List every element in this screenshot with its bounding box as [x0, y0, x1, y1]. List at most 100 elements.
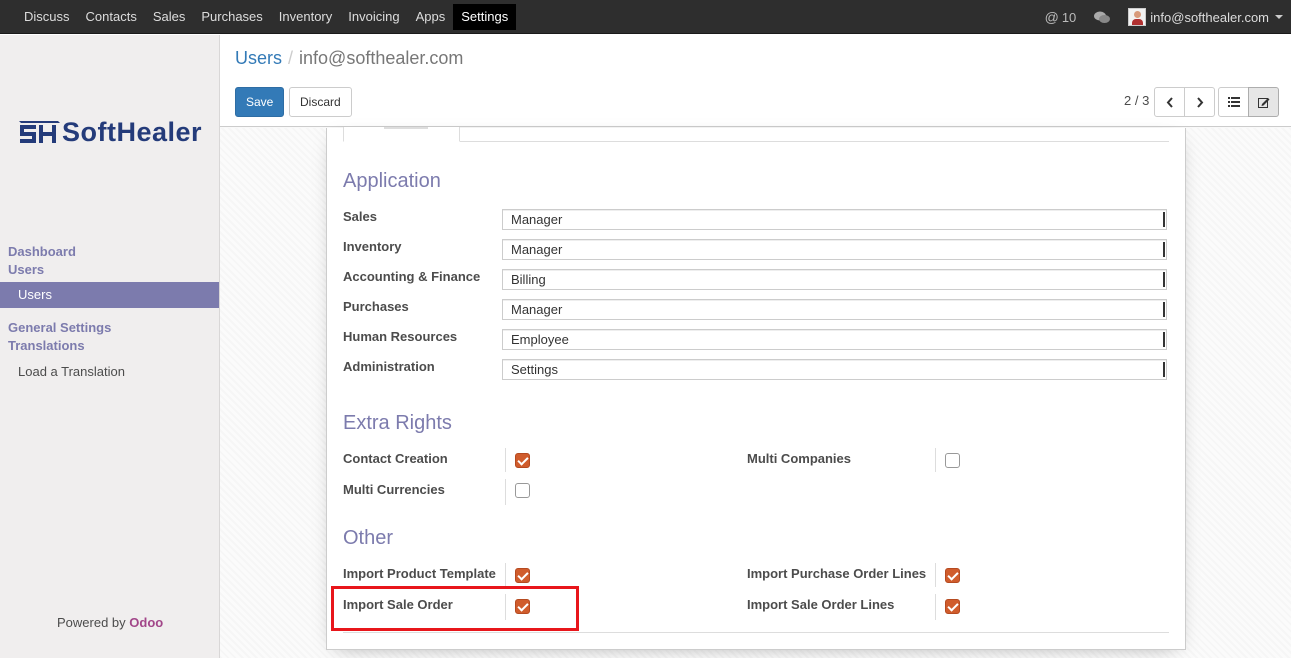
contact-creation-checkbox[interactable] — [515, 453, 530, 468]
list-icon — [1227, 97, 1240, 107]
pager-value: 2 / 3 — [1124, 93, 1150, 108]
multi-companies-checkbox[interactable] — [945, 453, 960, 468]
field-divider — [935, 563, 936, 587]
dropdown-arrow-icon — [1161, 367, 1164, 375]
administration-select[interactable]: Settings — [502, 359, 1167, 380]
pager-next-button[interactable] — [1184, 87, 1215, 117]
menu-apps[interactable]: Apps — [408, 4, 454, 30]
pager-previous-button[interactable] — [1154, 87, 1185, 117]
purchases-select-value: Manager — [511, 302, 563, 317]
field-label-sales: Sales — [343, 209, 377, 224]
sales-select[interactable]: Manager — [502, 209, 1167, 230]
field-label-administration: Administration — [343, 359, 435, 374]
field-label-purchases: Purchases — [343, 299, 409, 314]
top-navbar: Discuss Contacts Sales Purchases Invento… — [0, 0, 1291, 34]
main-menu: Discuss Contacts Sales Purchases Invento… — [16, 4, 517, 30]
accounting-select[interactable]: Billing — [502, 269, 1167, 290]
at-icon: @ — [1044, 9, 1059, 25]
field-divider — [505, 563, 506, 587]
application-group-title: Application — [343, 170, 441, 192]
logo-text: SoftHealer — [62, 117, 203, 147]
import-sale-order-checkbox[interactable] — [515, 599, 530, 614]
notifications-button[interactable]: @ 10 — [1045, 9, 1077, 25]
edit-icon — [1257, 97, 1269, 108]
field-label-import-purchase-order-lines: Import Purchase Order Lines — [747, 566, 927, 581]
user-email: info@softhealer.com — [1150, 9, 1269, 25]
import-sale-order-lines-checkbox[interactable] — [945, 599, 960, 614]
odoo-link[interactable]: Odoo — [129, 615, 163, 630]
softhealer-logo-icon — [19, 120, 60, 143]
chevron-right-icon — [1196, 96, 1203, 108]
field-label-multi-companies: Multi Companies — [747, 451, 852, 466]
inventory-select[interactable]: Manager — [502, 239, 1167, 260]
menu-contacts[interactable]: Contacts — [78, 4, 145, 30]
field-divider — [505, 594, 506, 620]
breadcrumb-separator: / — [288, 48, 294, 68]
accounting-select-value: Billing — [511, 272, 546, 287]
chat-button[interactable] — [1094, 11, 1111, 24]
dropdown-arrow-icon — [1161, 337, 1164, 345]
field-label-import-sale-order: Import Sale Order — [343, 597, 453, 612]
user-menu[interactable]: info@softhealer.com — [1128, 8, 1287, 26]
field-label-multi-currencies: Multi Currencies — [343, 482, 445, 497]
other-group-title: Other — [343, 527, 394, 549]
menu-discuss[interactable]: Discuss — [16, 4, 78, 30]
sidebar-section-users[interactable]: Users — [8, 261, 44, 279]
powered-prefix: Powered by — [57, 615, 126, 630]
sidebar-section-general-settings[interactable]: General Settings — [8, 319, 111, 337]
form-separator — [343, 632, 1169, 633]
menu-inventory[interactable]: Inventory — [271, 4, 340, 30]
administration-select-value: Settings — [511, 362, 558, 377]
list-view-button[interactable] — [1218, 87, 1249, 117]
tab-access-rights[interactable] — [343, 127, 460, 142]
field-label-import-sale-order-lines: Import Sale Order Lines — [747, 597, 895, 612]
sidebar-section-dashboard[interactable]: Dashboard — [8, 243, 76, 261]
import-purchase-order-lines-checkbox[interactable] — [945, 568, 960, 583]
systray: @ 10 info@softhealer.com — [1045, 0, 1291, 34]
form-view-button[interactable] — [1248, 87, 1279, 117]
field-divider — [935, 594, 936, 620]
chevron-down-icon — [1275, 15, 1283, 19]
sales-select-value: Manager — [511, 212, 563, 227]
import-product-template-checkbox[interactable] — [515, 568, 530, 583]
powered-by: Powered by Odoo — [57, 615, 163, 630]
field-divider — [935, 448, 936, 472]
multi-currencies-checkbox[interactable] — [515, 483, 530, 498]
sidebar: SoftHealer Dashboard Users Users General… — [0, 35, 220, 658]
chevron-left-icon — [1166, 96, 1173, 108]
inventory-select-value: Manager — [511, 242, 563, 257]
dropdown-arrow-icon — [1161, 217, 1164, 225]
chat-icon — [1094, 11, 1111, 23]
purchases-select[interactable]: Manager — [502, 299, 1167, 320]
human-resources-select-value: Employee — [511, 332, 569, 347]
company-logo: SoftHealer — [18, 117, 202, 148]
notification-count: 10 — [1061, 9, 1077, 25]
menu-sales[interactable]: Sales — [145, 4, 194, 30]
save-button[interactable]: Save — [235, 87, 285, 117]
breadcrumb-users[interactable]: Users — [235, 48, 282, 68]
dropdown-arrow-icon — [1161, 247, 1164, 255]
field-label-accounting: Accounting & Finance — [343, 269, 481, 284]
field-label-inventory: Inventory — [343, 239, 402, 254]
notebook-tabs — [343, 127, 1169, 142]
field-divider — [505, 448, 506, 472]
field-label-human-resources: Human Resources — [343, 329, 458, 344]
menu-purchases[interactable]: Purchases — [193, 4, 270, 30]
extra-rights-group-title: Extra Rights — [343, 412, 452, 434]
breadcrumb-current: info@softhealer.com — [299, 48, 464, 68]
sidebar-item-load-translation[interactable]: Load a Translation — [18, 364, 125, 379]
form-sheet: Application Sales Manager Inventory Mana… — [326, 127, 1186, 650]
discard-button[interactable]: Discard — [289, 87, 352, 117]
sidebar-item-users[interactable]: Users — [0, 282, 219, 308]
dropdown-arrow-icon — [1161, 307, 1164, 315]
breadcrumb: Users / info@softhealer.com — [235, 48, 463, 69]
avatar — [1128, 8, 1147, 26]
sidebar-section-translations[interactable]: Translations — [8, 337, 85, 355]
field-label-import-product-template: Import Product Template — [343, 566, 496, 581]
main-content: Users / info@softhealer.com Save Discard 2… — [220, 35, 1291, 658]
human-resources-select[interactable]: Employee — [502, 329, 1167, 350]
field-divider — [505, 479, 506, 505]
menu-invoicing[interactable]: Invoicing — [340, 4, 407, 30]
menu-settings[interactable]: Settings — [453, 4, 517, 30]
dropdown-arrow-icon — [1161, 277, 1164, 285]
